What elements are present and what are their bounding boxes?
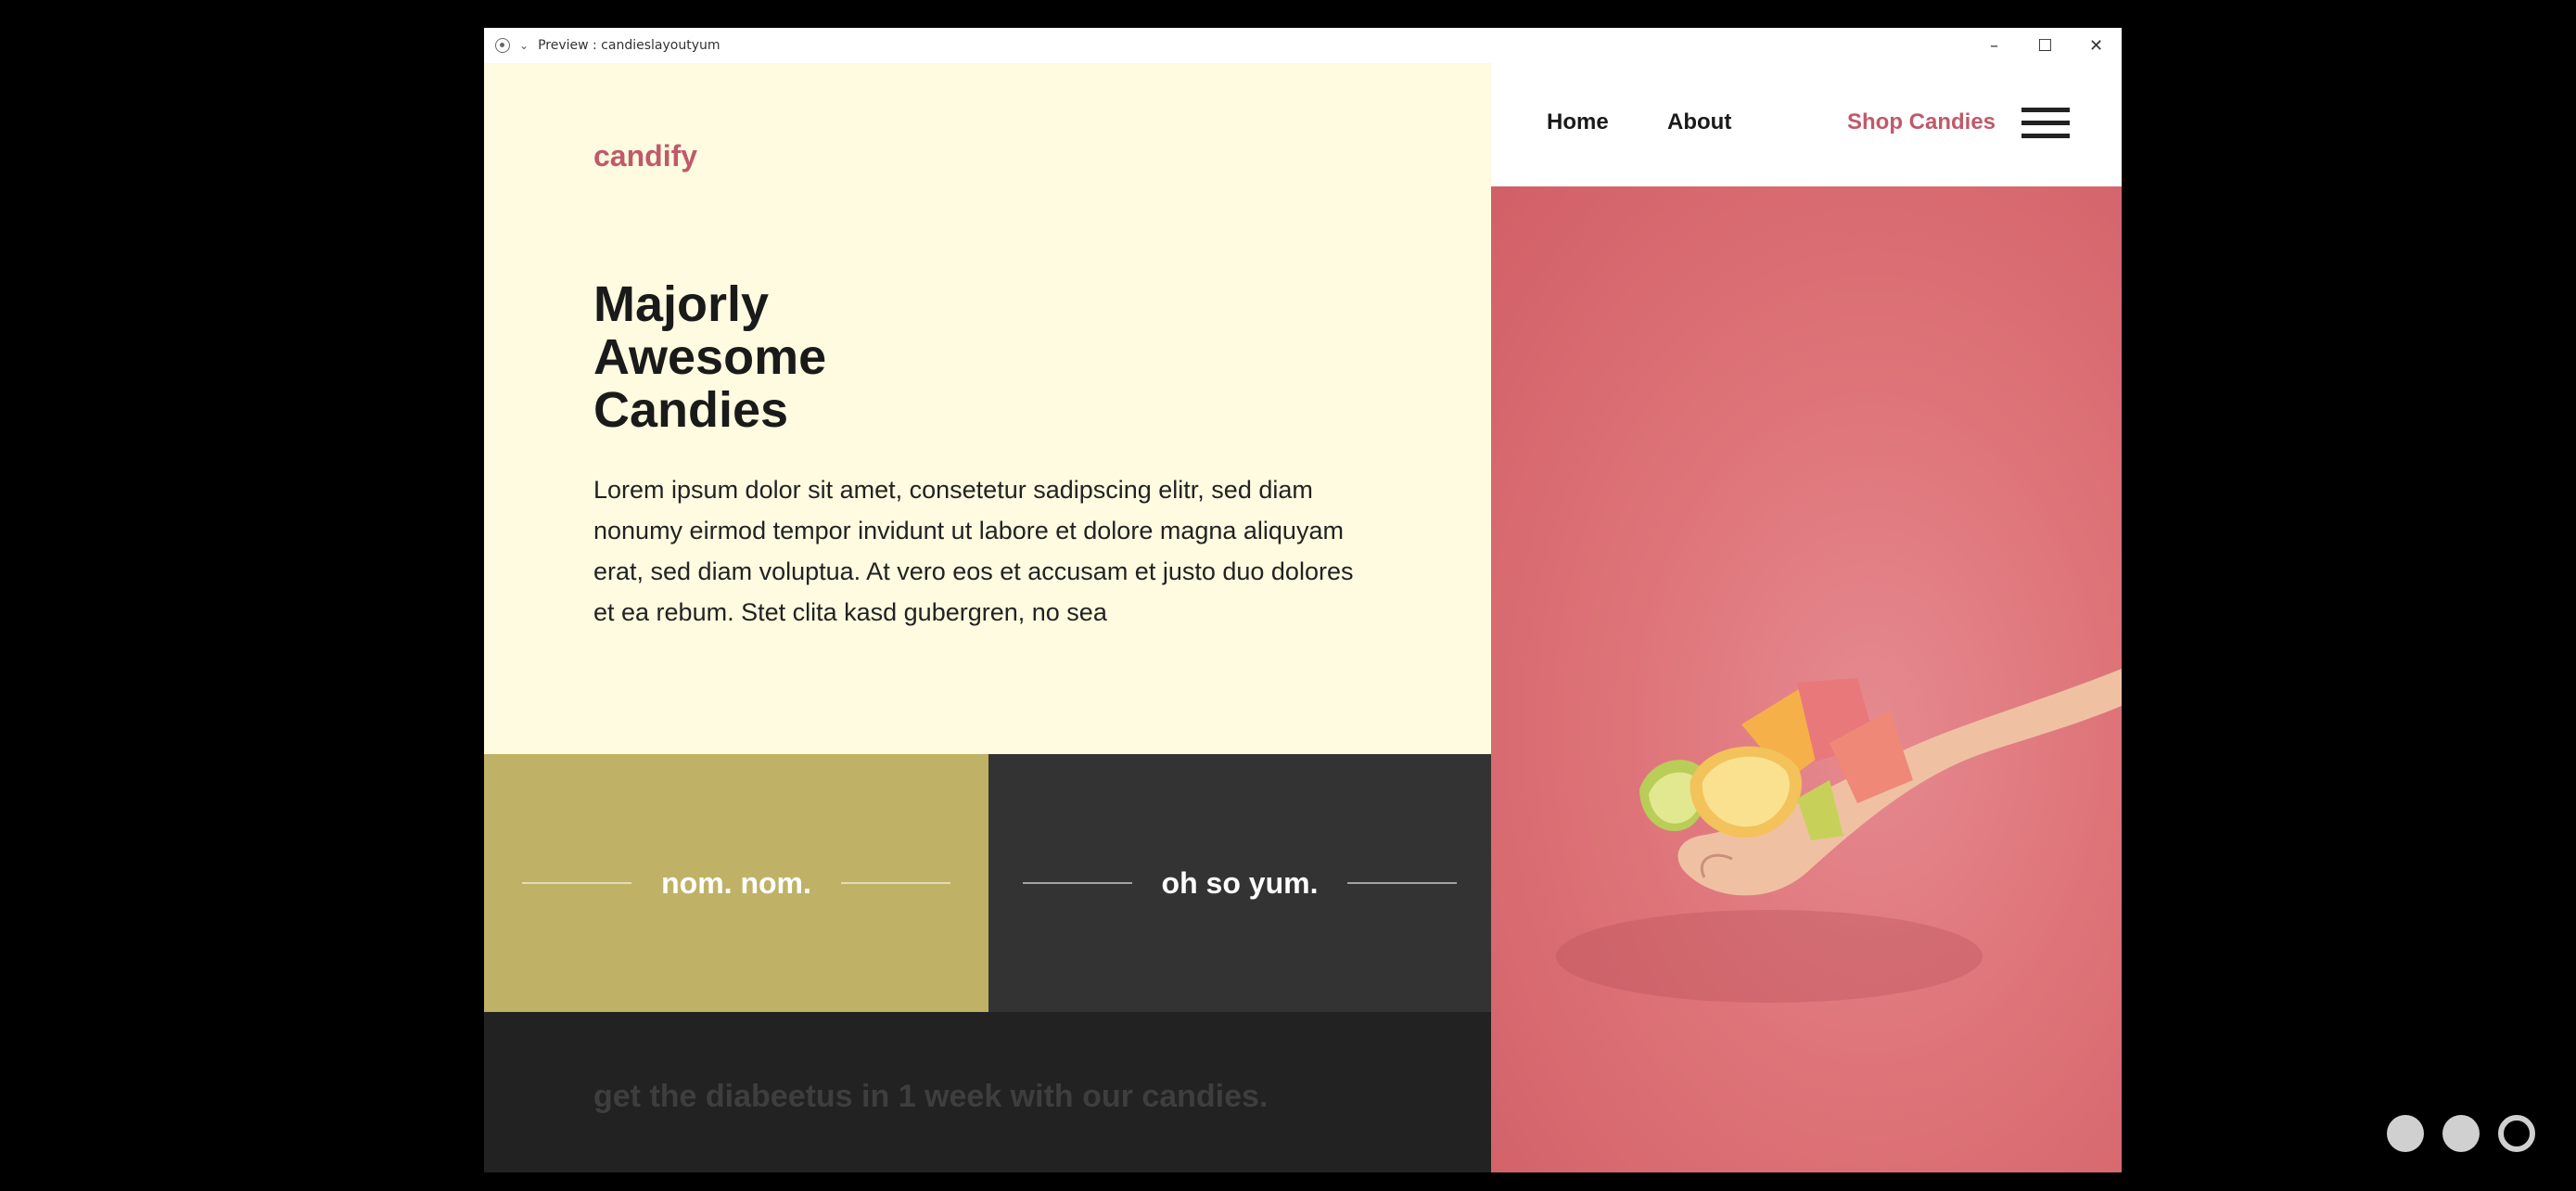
hero-right-panel: Home About Shop Candies — [1491, 63, 2122, 1172]
headline-line: Candies — [593, 382, 789, 438]
tile-oh-so-yum: oh so yum. — [988, 754, 1491, 1012]
hero-left-panel: candify Majorly Awesome Candies Lorem ip… — [484, 63, 1491, 1172]
divider-line — [840, 882, 950, 884]
tagline-band: get the diabeetus in 1 week with our can… — [484, 1012, 1491, 1172]
window-title: Preview : candieslayoutyum — [538, 38, 721, 53]
minimize-button[interactable]: – — [1969, 28, 2020, 63]
candy-hand-illustration — [1556, 669, 2122, 1003]
maximize-button[interactable]: ☐ — [2020, 28, 2071, 63]
chevron-down-icon[interactable]: ⌄ — [519, 39, 529, 52]
app-icon — [495, 38, 510, 53]
hero-body-text: Lorem ipsum dolor sit amet, consetetur s… — [593, 476, 1354, 626]
divider-line — [1022, 882, 1132, 884]
hero-headline: Majorly Awesome Candies — [593, 278, 1057, 437]
divider-line — [522, 882, 632, 884]
close-button[interactable]: ✕ — [2071, 28, 2122, 63]
nav-home-link[interactable]: Home — [1547, 109, 1609, 135]
site-logo[interactable]: candify — [593, 139, 697, 173]
headline-line: Awesome — [593, 329, 827, 385]
tagline-text: get the diabeetus in 1 week with our can… — [593, 1079, 1269, 1114]
slide-pager — [2387, 1115, 2535, 1152]
nav-about-link[interactable]: About — [1667, 109, 1731, 135]
headline-line: Majorly — [593, 276, 770, 332]
window-titlebar: ⌄ Preview : candieslayoutyum – ☐ ✕ — [484, 28, 2122, 63]
top-navigation: Home About Shop Candies — [1491, 63, 2122, 186]
tile-label: nom. nom. — [661, 865, 811, 900]
pager-dot[interactable] — [2442, 1115, 2480, 1152]
divider-line — [1347, 882, 1458, 884]
tile-label: oh so yum. — [1161, 865, 1319, 900]
nav-shop-candies-link[interactable]: Shop Candies — [1847, 109, 1996, 135]
candy-hand-image — [1491, 186, 2122, 1172]
pager-dot[interactable] — [2387, 1115, 2424, 1152]
preview-window: ⌄ Preview : candieslayoutyum – ☐ ✕ candi… — [484, 28, 2122, 1172]
hamburger-menu-icon[interactable] — [2021, 108, 2070, 139]
tile-nom-nom: nom. nom. — [484, 754, 988, 1012]
pager-dot-active[interactable] — [2498, 1115, 2535, 1152]
